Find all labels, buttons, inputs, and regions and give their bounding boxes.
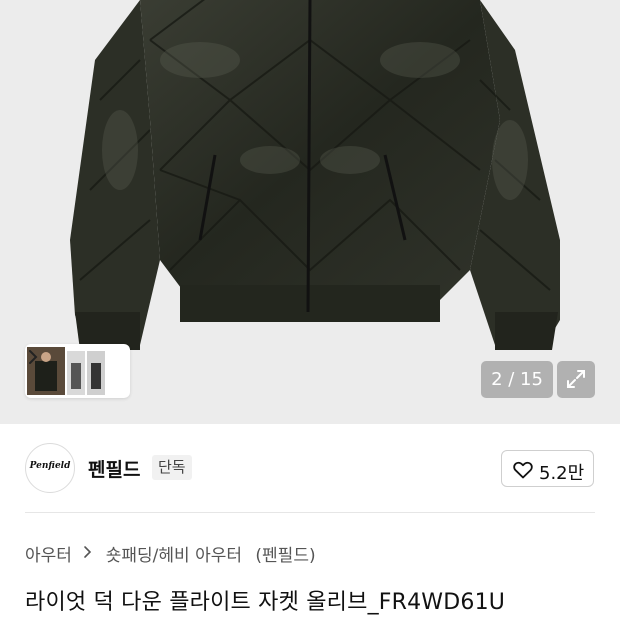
breadcrumb: 아우터 숏패딩/헤비 아우터 (펜필드) <box>25 541 316 566</box>
brand-row: Penfield 펜필드 단독 5.2만 <box>0 424 620 512</box>
exclusive-badge: 단독 <box>152 455 192 480</box>
breadcrumb-subcategory[interactable]: 숏패딩/헤비 아우터 <box>106 541 242 566</box>
thumbnail-images <box>27 347 105 395</box>
expand-icon <box>567 370 585 388</box>
brand-logo[interactable]: Penfield <box>25 443 75 493</box>
fullscreen-button[interactable] <box>557 361 595 398</box>
brand-logo-text: Penfield <box>29 461 71 471</box>
thumbnail-strip[interactable] <box>25 344 130 398</box>
divider <box>25 512 595 513</box>
breadcrumb-brand[interactable]: (펜필드) <box>255 541 315 566</box>
chevron-right-icon <box>84 545 92 558</box>
chevron-right-icon[interactable] <box>27 347 39 367</box>
like-count: 5.2만 <box>539 463 585 484</box>
product-image-gallery[interactable]: 2 / 15 <box>0 0 620 424</box>
brand-name[interactable]: 펜필드 <box>88 455 140 482</box>
image-counter: 2 / 15 <box>481 361 553 398</box>
product-title: 라이엇 덕 다운 플라이트 자켓 올리브_FR4WD61U <box>25 590 506 615</box>
breadcrumb-category[interactable]: 아우터 <box>25 541 72 566</box>
like-button[interactable]: 5.2만 <box>501 450 594 487</box>
heart-icon <box>513 461 533 479</box>
